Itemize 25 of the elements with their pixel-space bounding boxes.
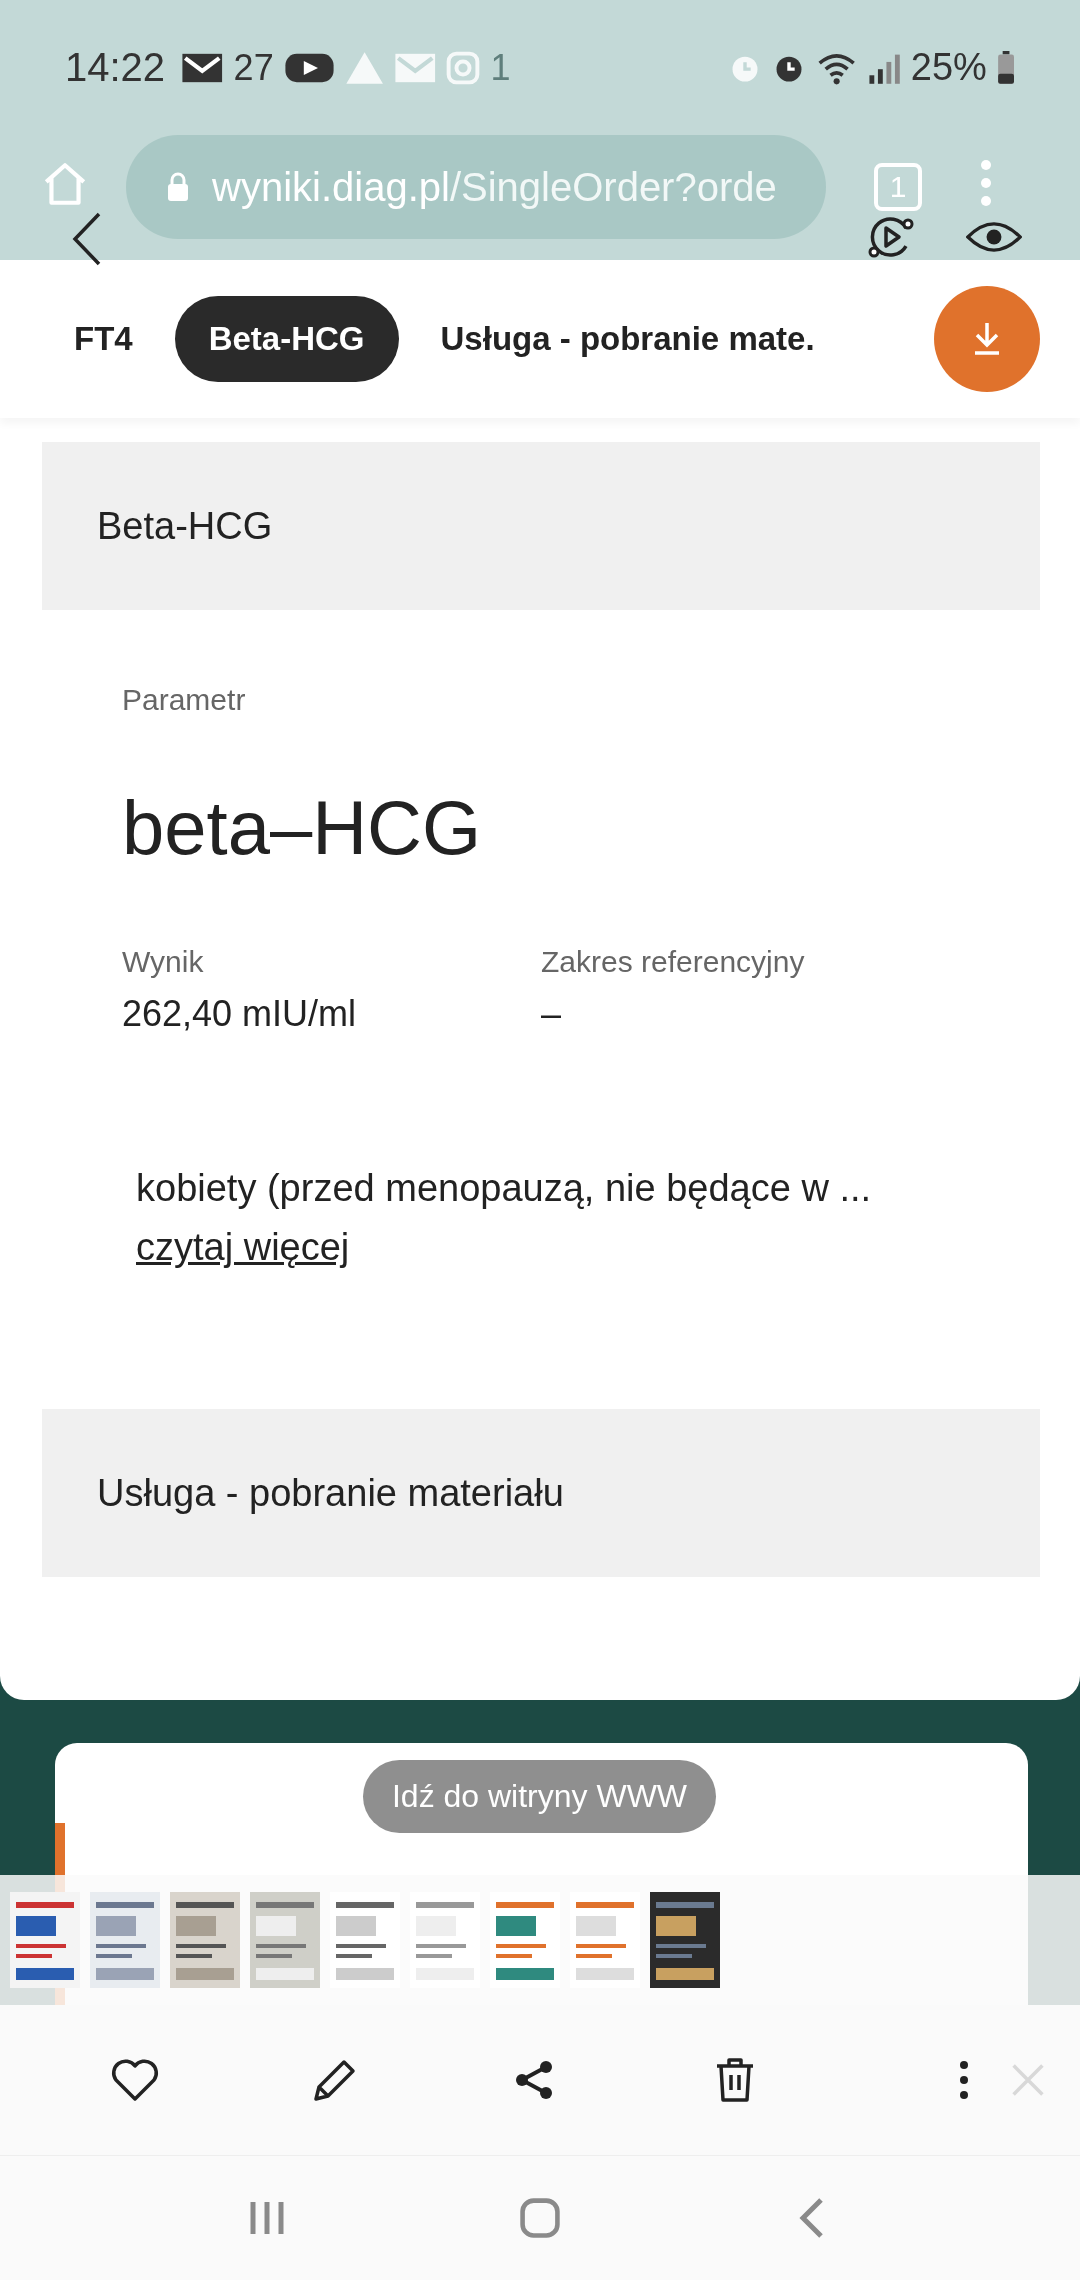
parameter-name: beta–HCG [122,784,483,871]
home-icon[interactable] [518,2196,562,2240]
drive-icon [344,50,384,85]
parameter-label: Parametr [122,683,247,717]
read-more-link[interactable]: czytaj więcej [136,1226,350,1269]
notification-count: 27 [233,46,274,89]
category-tab[interactable]: Beta-HCG [174,296,399,382]
status-text: 1 [490,46,511,89]
url-text: wyniki.diag.pl/SingleOrder?orde [212,164,777,210]
battery-percent: 25% [910,46,987,89]
reference-value: – [541,993,563,1035]
result-value: 262,40 mIU/ml [122,993,358,1035]
battery-icon [996,50,1015,85]
result-label: Wynik [122,945,205,979]
status-time: 14:22 [65,45,166,90]
section-header: Beta-HCG [42,442,1040,610]
camera-icon [446,50,481,85]
back-icon[interactable] [72,212,102,266]
note-text: kobiety (przed menopauzą, nie będące w ... [136,1167,873,1210]
category-tab[interactable]: FT4 [40,296,167,382]
lock-icon [166,172,190,202]
reference-label: Zakres referencyjny [541,945,806,979]
eye-icon[interactable] [966,220,1022,254]
category-tab[interactable]: Usługa - pobranie mate. [406,296,849,382]
section-header: Usługa - pobranie materiału [42,1409,1040,1577]
